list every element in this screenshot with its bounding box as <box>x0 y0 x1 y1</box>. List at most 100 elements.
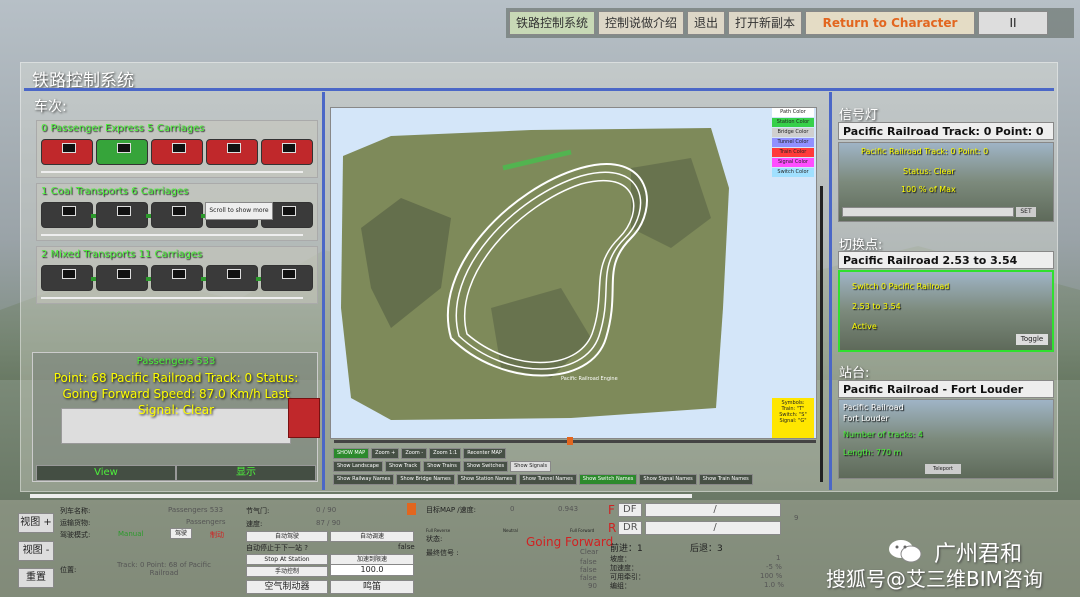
show-train-names-button[interactable]: Show Train Names <box>698 474 753 485</box>
show-signals-button[interactable]: Show Signals <box>510 461 552 472</box>
view-minus-button[interactable]: 视图 - <box>18 541 54 561</box>
carriage[interactable] <box>206 139 258 165</box>
switch-state: Active <box>852 322 877 331</box>
manual-control-button[interactable]: 手动控制 <box>246 566 328 577</box>
switch-toggle-button[interactable]: Toggle <box>1016 334 1048 345</box>
carriage[interactable] <box>41 202 97 228</box>
carriage[interactable] <box>151 202 207 228</box>
target-speed: 0.943 <box>558 505 579 513</box>
menu-control-intro[interactable]: 控制说做介绍 <box>598 11 685 35</box>
legend-tunnel[interactable]: Tunnel Color <box>772 138 814 147</box>
menu-exit[interactable]: 退出 <box>687 11 726 35</box>
dr-box[interactable]: DR <box>618 521 642 535</box>
map-controls-row-1: SHOW MAP Zoom + Zoom - Zoom 1:1 Recenter… <box>333 448 506 459</box>
final-signal-label: 最终信号 : <box>426 549 459 557</box>
full-reverse-label: Full Reverse <box>426 528 451 533</box>
train-item[interactable]: 0 Passenger Express 5 Carriages <box>36 120 318 178</box>
carriage[interactable] <box>96 202 152 228</box>
grade-value: 1 <box>776 554 781 562</box>
mode-auto-button[interactable]: 驾驶 <box>170 528 192 539</box>
speed-limit-input[interactable]: 100.0 <box>330 564 414 576</box>
train-name-value: Passengers 533 <box>168 506 224 514</box>
menu-railway-control[interactable]: 铁路控制系统 <box>509 11 596 35</box>
mode-manual[interactable]: Manual <box>118 530 143 538</box>
train-info-panel: Passengers 533 Point: 68 Pacific Railroa… <box>32 352 318 482</box>
station-line-4: Length: 770 m <box>843 448 902 457</box>
carriage[interactable] <box>206 265 262 291</box>
signal-status: Status: Clear <box>903 167 955 176</box>
stop-at-station-button[interactable]: Stop At Station <box>246 554 328 565</box>
show-station-names-button[interactable]: Show Station Names <box>456 474 517 485</box>
forward-count: 前进：1 <box>610 544 643 554</box>
teleport-button[interactable]: Teleport <box>925 464 961 474</box>
mode-break[interactable]: 制动 <box>210 530 224 540</box>
signal-select-dropdown[interactable] <box>842 207 1014 217</box>
df-box[interactable]: DF <box>618 503 642 517</box>
zoom-out-button[interactable]: Zoom - <box>401 448 428 459</box>
legend-bridge[interactable]: Bridge Color <box>772 128 814 137</box>
map-scroll-thumb[interactable] <box>567 437 573 445</box>
show-track-button[interactable]: Show Track <box>384 461 422 472</box>
legend-switch[interactable]: Switch Color <box>772 168 814 177</box>
pause-icon: II <box>1009 16 1017 30</box>
carriage[interactable] <box>41 265 97 291</box>
carriage[interactable] <box>41 139 93 165</box>
show-map-button[interactable]: SHOW MAP <box>333 448 370 459</box>
target-label: 目标MAP /速度: <box>426 506 476 514</box>
legend-train[interactable]: Train Color <box>772 148 814 157</box>
auto-stop-label: 自动停止于下一站 ? <box>246 544 308 552</box>
auto-drive-button[interactable]: 自动驾驶 <box>246 531 328 542</box>
legend-path[interactable]: Path Color <box>772 108 814 117</box>
show-landscape-button[interactable]: Show Landscape <box>333 461 383 472</box>
forward-slider[interactable]: / <box>645 503 781 517</box>
view-button[interactable]: View <box>36 465 176 481</box>
legend-signal[interactable]: Signal Color <box>772 158 814 167</box>
map-scrollbar[interactable] <box>334 440 816 443</box>
target-value: 0 <box>510 505 515 513</box>
signal-set-button[interactable]: SET <box>1016 207 1036 217</box>
vertical-scrollbar[interactable] <box>820 186 823 482</box>
train-item[interactable]: 2 Mixed Transports 11 Carriages <box>36 246 318 304</box>
railway-map[interactable]: Pacific Railroad Engine <box>330 107 817 439</box>
train-title: 1 Coal Transports 6 Carriages <box>41 186 189 197</box>
carriage[interactable] <box>151 265 207 291</box>
info-line-1: Point: 68 Pacific Railroad Track: 0 Stat… <box>53 371 299 385</box>
carriage[interactable] <box>261 265 313 291</box>
air-brake-button[interactable]: 空气制动器 <box>246 580 328 594</box>
signal-view-title: Pacific Railroad Track: 0 Point: 0 <box>861 147 989 156</box>
show-switches-button[interactable]: Show Switches <box>462 461 509 472</box>
show-button[interactable]: 显示 <box>176 465 316 481</box>
show-tunnel-names-button[interactable]: Show Tunnel Names <box>518 474 577 485</box>
return-to-character-button[interactable]: Return to Character <box>805 11 976 35</box>
carriage[interactable] <box>261 139 313 165</box>
extra-value-1: false <box>580 558 597 566</box>
horn-button[interactable]: 鸣笛 <box>330 580 414 594</box>
show-signal-names-button[interactable]: Show Signal Names <box>639 474 697 485</box>
recenter-map-button[interactable]: Recenter MAP <box>463 448 506 459</box>
zoom-1-1-button[interactable]: Zoom 1:1 <box>429 448 462 459</box>
accel-value: -5 % <box>766 563 782 571</box>
train-scrollbar[interactable] <box>41 297 303 299</box>
carriage-selected[interactable] <box>96 139 148 165</box>
train-scrollbar[interactable] <box>41 234 303 236</box>
menu-open-instance[interactable]: 打开新副本 <box>728 11 803 35</box>
show-railway-names-button[interactable]: Show Railway Names <box>333 474 395 485</box>
auto-speed-button[interactable]: 自动调速 <box>330 531 414 542</box>
show-bridge-names-button[interactable]: Show Bridge Names <box>396 474 455 485</box>
show-trains-button[interactable]: Show Trains <box>423 461 461 472</box>
reverse-slider[interactable]: / <box>645 521 781 535</box>
legend-station[interactable]: Station Color <box>772 118 814 127</box>
zoom-in-button[interactable]: Zoom + <box>371 448 400 459</box>
carriage[interactable] <box>96 265 152 291</box>
map-engine-label: Pacific Railroad Engine <box>561 376 618 382</box>
pause-button[interactable]: II <box>978 11 1049 35</box>
signal-header: Pacific Railroad Track: 0 Point: 0 <box>838 122 1054 140</box>
train-item[interactable]: 1 Coal Transports 6 Carriages <box>36 183 318 241</box>
carriage[interactable] <box>151 139 203 165</box>
reset-button[interactable]: 重置 <box>18 568 54 588</box>
show-switch-names-button[interactable]: Show Switch Names <box>578 474 638 485</box>
train-scrollbar[interactable] <box>41 171 303 173</box>
view-plus-button[interactable]: 视图 + <box>18 513 54 533</box>
map-terrain: Pacific Railroad Engine <box>341 128 729 420</box>
reverse-label: R <box>608 521 617 535</box>
